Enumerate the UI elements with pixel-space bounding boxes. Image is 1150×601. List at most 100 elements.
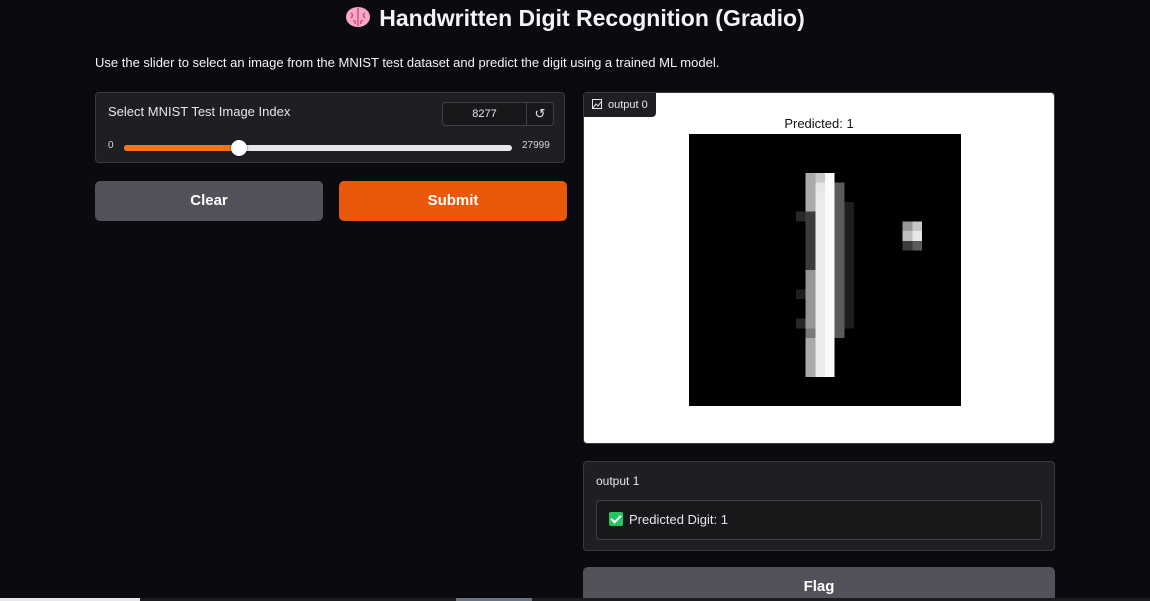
digit-pixel [825, 240, 835, 251]
page-title-text: Handwritten Digit Recognition (Gradio) [379, 5, 805, 31]
digit-pixel [805, 318, 816, 329]
digit-pixel [912, 231, 923, 241]
digit-pixel [805, 299, 816, 309]
digit-pixel [844, 308, 855, 319]
digit-pixel [795, 318, 806, 329]
digit-pixel [844, 299, 855, 309]
digit-pixel [844, 221, 855, 232]
digit-pixel [825, 289, 835, 300]
prediction-result-box: Predicted Digit: 1 [596, 500, 1042, 540]
digit-pixel [825, 260, 835, 270]
digit-pixel [805, 250, 816, 261]
digit-pixel [844, 289, 855, 300]
digit-pixel [825, 338, 835, 348]
digit-pixel [805, 192, 816, 202]
submit-button[interactable]: Submit [339, 181, 567, 221]
digit-pixel [815, 318, 825, 329]
digit-pixel [834, 240, 845, 251]
digit-pixel [834, 260, 845, 270]
digit-pixel [815, 279, 825, 290]
digit-pixel [805, 289, 816, 300]
output-1-label: output 1 [596, 474, 640, 488]
check-icon [609, 512, 623, 526]
clear-button[interactable]: Clear [95, 181, 323, 221]
digit-pixel [805, 240, 816, 251]
digit-pixel [805, 270, 816, 280]
digit-pixel [805, 211, 816, 222]
digit-pixel [815, 192, 825, 202]
prediction-result-text: Predicted Digit: 1 [629, 512, 728, 527]
digit-pixel [834, 289, 845, 300]
digit-pixel [825, 172, 835, 183]
digit-pixel [805, 202, 816, 212]
digit-pixel [834, 299, 845, 309]
digit-pixel [805, 172, 816, 183]
digit-pixel [912, 240, 923, 251]
digit-pixel [902, 240, 913, 251]
digit-pixel [805, 357, 816, 368]
digit-pixel [795, 289, 806, 300]
output-text-panel: output 1 Predicted Digit: 1 [583, 461, 1055, 551]
brain-icon [346, 7, 371, 27]
digit-pixel [815, 328, 825, 338]
digit-pixel [815, 182, 825, 193]
digit-pixel [815, 347, 825, 358]
slider-track[interactable] [124, 140, 512, 156]
digit-pixel [844, 270, 855, 280]
mnist-digit-image [689, 134, 961, 406]
digit-pixel [825, 367, 835, 377]
image-icon [592, 99, 602, 109]
digit-pixel [815, 250, 825, 261]
digit-pixel [825, 192, 835, 202]
digit-pixel [834, 221, 845, 232]
digit-pixel [825, 357, 835, 368]
flag-button[interactable]: Flag [583, 567, 1055, 601]
output-image-panel: output 0 Predicted: 1 [583, 92, 1055, 444]
digit-pixel [805, 182, 816, 193]
digit-pixel [825, 221, 835, 232]
digit-pixel [815, 202, 825, 212]
digit-pixel [825, 211, 835, 222]
digit-pixel [902, 221, 913, 232]
digit-pixel [805, 221, 816, 232]
digit-pixel [834, 231, 845, 241]
digit-pixel [805, 338, 816, 348]
digit-pixel [805, 279, 816, 290]
digit-pixel [844, 211, 855, 222]
digit-pixel [815, 240, 825, 251]
digit-pixel [825, 202, 835, 212]
digit-pixel [825, 318, 835, 329]
digit-pixel [815, 289, 825, 300]
digit-pixel [844, 240, 855, 251]
digit-pixel [805, 367, 816, 377]
digit-pixel [825, 231, 835, 241]
output-0-label-text: output 0 [608, 99, 648, 111]
digit-pixel [834, 318, 845, 329]
digit-pixel [815, 172, 825, 183]
slider-label: Select MNIST Test Image Index [108, 104, 291, 119]
reset-icon[interactable]: ↺ [527, 103, 553, 125]
digit-pixel [834, 279, 845, 290]
slider-number-input[interactable]: 8277 ↺ [442, 102, 554, 126]
digit-pixel [834, 328, 845, 338]
slider-thumb[interactable] [230, 140, 247, 156]
digit-pixel [805, 328, 816, 338]
slider-min: 0 [108, 140, 114, 151]
digit-pixel [805, 231, 816, 241]
slider-value[interactable]: 8277 [443, 103, 527, 125]
prediction-caption: Predicted: 1 [784, 116, 854, 131]
digit-pixel [825, 182, 835, 193]
slider-fill [124, 145, 239, 151]
digit-pixel [844, 231, 855, 241]
digit-pixel [815, 308, 825, 319]
slider-max: 27999 [522, 140, 550, 151]
page-title: Handwritten Digit Recognition (Gradio) [0, 4, 1150, 32]
digit-pixel [805, 308, 816, 319]
digit-pixel [815, 221, 825, 232]
gradio-app: Handwritten Digit Recognition (Gradio) U… [0, 0, 1150, 601]
digit-pixel [815, 260, 825, 270]
digit-pixel [815, 231, 825, 241]
digit-pixel [834, 250, 845, 261]
digit-pixel [825, 279, 835, 290]
image-index-slider-panel: Select MNIST Test Image Index 8277 ↺ 0 2… [95, 92, 565, 163]
